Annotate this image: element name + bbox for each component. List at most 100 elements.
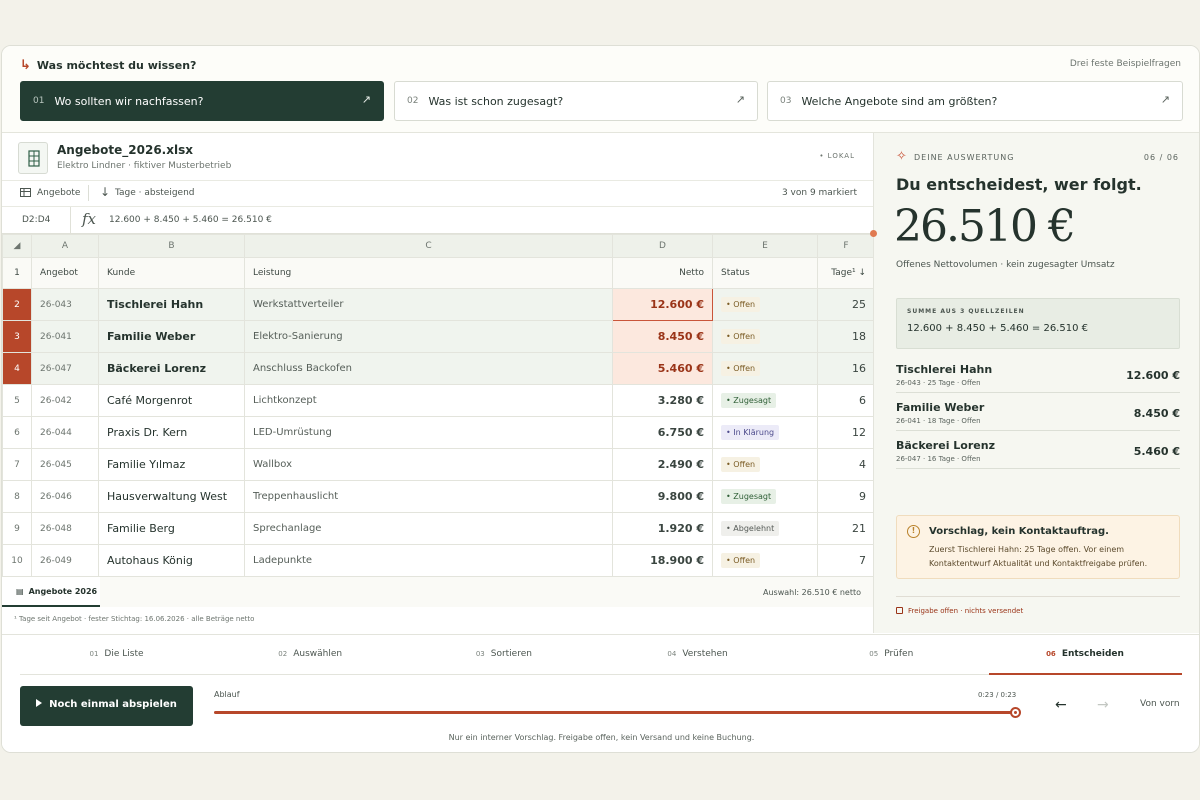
cell-leistung[interactable]: LED-Umrüstung (244, 416, 613, 449)
step-tab[interactable]: 05 Prüfen (795, 635, 988, 675)
cell-status[interactable]: • Zugesagt (712, 384, 818, 417)
table-row[interactable]: 9 26-048 Familie Berg Sprechanlage 1.920 € • … (2, 512, 875, 545)
cell-reference[interactable]: D2:D4 (22, 215, 50, 225)
header-angebot[interactable]: Angebot (31, 257, 99, 289)
cell-status[interactable]: • Offen (712, 288, 818, 321)
cell-leistung[interactable]: Wallbox (244, 448, 613, 481)
column-letter[interactable]: A (31, 234, 99, 258)
row-number[interactable]: 7 (2, 448, 32, 481)
table-row[interactable]: 2 26-043 Tischlerei Hahn Werkstattverteiler… (2, 288, 875, 321)
step-tab[interactable]: 04 Verstehen (601, 635, 794, 675)
select-all-corner[interactable]: ◢ (2, 234, 32, 258)
header-tage[interactable]: Tage¹ ↓ (817, 257, 875, 289)
cell-kunde[interactable]: Familie Yılmaz (98, 448, 245, 481)
cell-netto[interactable]: 1.920 € (612, 512, 713, 545)
cell-kunde[interactable]: Hausverwaltung West (98, 480, 245, 513)
cell-netto[interactable]: 8.450 € (612, 320, 713, 353)
step-tab[interactable]: 06 Entscheiden (988, 635, 1182, 675)
cell-tage[interactable]: 21 (817, 512, 875, 545)
source-row[interactable]: Familie Weber 26-041 · 18 Tage · Offen 8… (896, 393, 1180, 431)
prev-arrow-icon[interactable]: ← (1055, 697, 1067, 713)
header-status[interactable]: Status (712, 257, 818, 289)
table-row[interactable]: 8 26-046 Hausverwaltung West Treppenhauslic… (2, 480, 875, 513)
cell-kunde[interactable]: Tischlerei Hahn (98, 288, 245, 321)
progress-track[interactable] (214, 711, 1015, 714)
cell-angebot[interactable]: 26-048 (31, 512, 99, 545)
cell-leistung[interactable]: Treppenhauslicht (244, 480, 613, 513)
sheet-tab[interactable]: ▤ Angebote 2026 (2, 577, 100, 607)
row-number[interactable]: 6 (2, 416, 32, 449)
cell-angebot[interactable]: 26-047 (31, 352, 99, 385)
cell-leistung[interactable]: Anschluss Backofen (244, 352, 613, 385)
table-row[interactable]: 7 26-045 Familie Yılmaz Wallbox 2.490 € • Off… (2, 448, 875, 481)
cell-angebot[interactable]: 26-041 (31, 320, 99, 353)
cell-netto[interactable]: 9.800 € (612, 480, 713, 513)
cell-netto[interactable]: 3.280 € (612, 384, 713, 417)
column-letter[interactable]: E (712, 234, 818, 258)
step-tab[interactable]: 02 Auswählen (214, 635, 407, 675)
cell-status[interactable]: • Offen (712, 352, 818, 385)
header-leistung[interactable]: Leistung (244, 257, 613, 289)
cell-tage[interactable]: 6 (817, 384, 875, 417)
cell-status[interactable]: • Offen (712, 448, 818, 481)
cell-kunde[interactable]: Café Morgenrot (98, 384, 245, 417)
table-row[interactable]: 6 26-044 Praxis Dr. Kern LED-Umrüstung 6.750… (2, 416, 875, 449)
cell-leistung[interactable]: Sprechanlage (244, 512, 613, 545)
row-number[interactable]: 8 (2, 480, 32, 513)
cell-angebot[interactable]: 26-049 (31, 544, 99, 577)
column-letter[interactable]: C (244, 234, 613, 258)
sort-selector[interactable]: Tage · absteigend (115, 188, 195, 198)
step-tab[interactable]: 03 Sortieren (407, 635, 600, 675)
cell-netto[interactable]: 12.600 € (612, 288, 713, 321)
cell-angebot[interactable]: 26-046 (31, 480, 99, 513)
question-button-2[interactable]: 02 Was ist schon zugesagt? ↗ (394, 81, 758, 121)
row-number[interactable]: 10 (2, 544, 32, 577)
cell-netto[interactable]: 18.900 € (612, 544, 713, 577)
source-row[interactable]: Tischlerei Hahn 26-043 · 25 Tage · Offen… (896, 355, 1180, 393)
cell-angebot[interactable]: 26-044 (31, 416, 99, 449)
cell-leistung[interactable]: Ladepunkte (244, 544, 613, 577)
column-letter[interactable]: B (98, 234, 245, 258)
cell-tage[interactable]: 25 (817, 288, 875, 321)
cell-kunde[interactable]: Familie Berg (98, 512, 245, 545)
column-letter[interactable]: D (612, 234, 713, 258)
column-letter[interactable]: F (817, 234, 875, 258)
cell-leistung[interactable]: Elektro-Sanierung (244, 320, 613, 353)
header-netto[interactable]: Netto (612, 257, 713, 289)
row-number[interactable]: 3 (2, 320, 32, 353)
progress-handle[interactable] (1010, 707, 1021, 718)
header-kunde[interactable]: Kunde (98, 257, 245, 289)
cell-status[interactable]: • Abgelehnt (712, 512, 818, 545)
row-number[interactable]: 2 (2, 288, 32, 321)
cell-tage[interactable]: 7 (817, 544, 875, 577)
cell-status[interactable]: • Zugesagt (712, 480, 818, 513)
cell-leistung[interactable]: Werkstattverteiler (244, 288, 613, 321)
cell-tage[interactable]: 4 (817, 448, 875, 481)
cell-netto[interactable]: 2.490 € (612, 448, 713, 481)
row-number[interactable]: 4 (2, 352, 32, 385)
cell-kunde[interactable]: Autohaus König (98, 544, 245, 577)
sheet-selector[interactable]: Angebote (37, 188, 80, 198)
cell-tage[interactable]: 16 (817, 352, 875, 385)
row-number[interactable]: 1 (2, 257, 32, 289)
restart-link[interactable]: Von vorn (1140, 699, 1180, 709)
cell-leistung[interactable]: Lichtkonzept (244, 384, 613, 417)
source-row[interactable]: Bäckerei Lorenz 26-047 · 16 Tage · Offen… (896, 431, 1180, 469)
table-row[interactable]: 3 26-041 Familie Weber Elektro-Sanierung 8.4… (2, 320, 875, 353)
formula-input[interactable]: 12.600 + 8.450 + 5.460 = 26.510 € (109, 215, 272, 225)
row-number[interactable]: 9 (2, 512, 32, 545)
question-button-1[interactable]: 01 Wo sollten wir nachfassen? ↗ (20, 81, 384, 121)
step-tab[interactable]: 01 Die Liste (20, 635, 213, 675)
table-row[interactable]: 5 26-042 Café Morgenrot Lichtkonzept 3.280 €… (2, 384, 875, 417)
cell-tage[interactable]: 18 (817, 320, 875, 353)
cell-kunde[interactable]: Bäckerei Lorenz (98, 352, 245, 385)
row-number[interactable]: 5 (2, 384, 32, 417)
cell-angebot[interactable]: 26-043 (31, 288, 99, 321)
next-arrow-icon[interactable]: → (1097, 697, 1109, 713)
cell-kunde[interactable]: Familie Weber (98, 320, 245, 353)
replay-button[interactable]: Noch einmal abspielen (20, 686, 193, 726)
cell-netto[interactable]: 6.750 € (612, 416, 713, 449)
cell-tage[interactable]: 12 (817, 416, 875, 449)
table-row[interactable]: 10 26-049 Autohaus König Ladepunkte 18.900 €… (2, 544, 875, 577)
cell-angebot[interactable]: 26-042 (31, 384, 99, 417)
